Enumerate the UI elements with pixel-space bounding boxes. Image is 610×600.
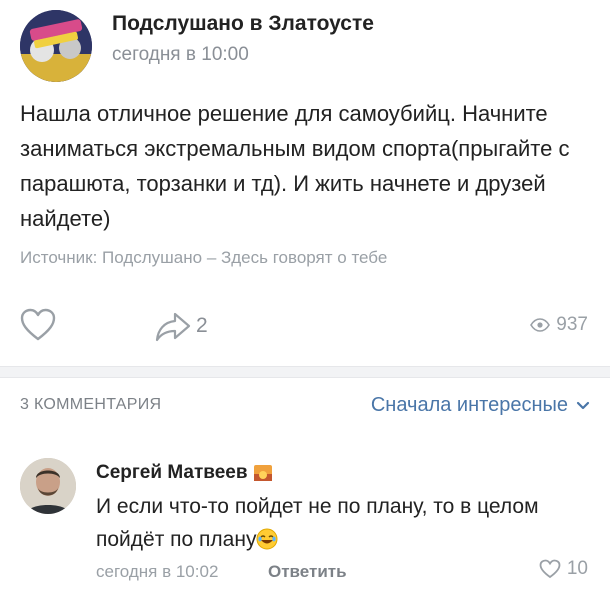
reply-button[interactable]: Ответить bbox=[268, 562, 347, 582]
chevron-down-icon bbox=[576, 401, 590, 409]
comment-like-button[interactable]: 10 bbox=[539, 558, 588, 580]
post-timestamp: сегодня в 10:00 bbox=[112, 44, 249, 65]
share-count: 2 bbox=[196, 314, 208, 337]
sunset-emoji-icon bbox=[253, 465, 272, 481]
comments-sort-dropdown[interactable]: Сначала интересные bbox=[371, 394, 590, 417]
comment-author[interactable]: Сергей Матвеев bbox=[96, 462, 272, 484]
group-avatar[interactable] bbox=[20, 10, 92, 82]
heart-icon bbox=[539, 559, 561, 579]
comment-author-name: Сергей Матвеев bbox=[96, 462, 248, 483]
views-counter: 937 bbox=[530, 314, 588, 336]
eye-icon bbox=[530, 318, 551, 332]
comment-text: И если что-то пойдет не по плану, то в ц… bbox=[96, 490, 576, 560]
share-icon[interactable] bbox=[155, 310, 191, 344]
comment-timestamp: сегодня в 10:02 bbox=[96, 562, 219, 581]
post-text: Нашла отличное решение для самоубийц. На… bbox=[20, 101, 570, 231]
sort-label: Сначала интересные bbox=[370, 394, 568, 416]
comment-text-body: И если что-то пойдет не по плану, то в ц… bbox=[96, 495, 539, 551]
comment-like-count: 10 bbox=[566, 558, 588, 579]
section-divider bbox=[0, 366, 610, 378]
laughing-emoji-icon bbox=[256, 527, 278, 560]
group-name[interactable]: Подслушано в Златоусте bbox=[112, 12, 374, 36]
views-count: 937 bbox=[556, 314, 588, 335]
post-source[interactable]: Источник: Подслушано – Здесь говорят о т… bbox=[20, 248, 387, 268]
commenter-avatar[interactable] bbox=[20, 458, 76, 514]
like-icon[interactable] bbox=[20, 308, 56, 342]
comments-count-header: 3 КОММЕНТАРИЯ bbox=[20, 396, 162, 413]
